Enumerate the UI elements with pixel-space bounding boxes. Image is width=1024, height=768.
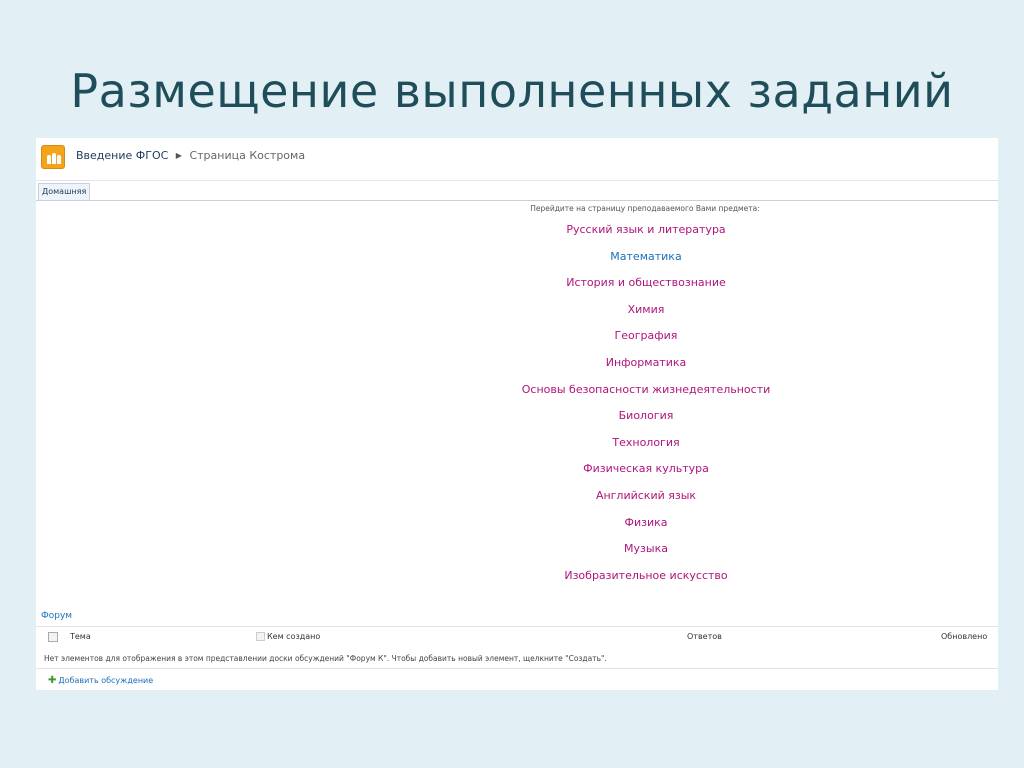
subject-link-biology[interactable]: Биология	[476, 408, 816, 435]
slide-title: Размещение выполненных заданий	[70, 64, 954, 118]
forum-column-headers: Тема Кем создано Ответов Обновлено	[36, 632, 998, 646]
add-discussion-link[interactable]: ✚ Добавить обсуждение	[48, 675, 153, 686]
forum-divider	[36, 626, 998, 627]
subject-link-pe[interactable]: Физическая культура	[476, 461, 816, 488]
subject-link-music[interactable]: Музыка	[476, 541, 816, 568]
add-plus-icon: ✚	[48, 675, 57, 686]
subject-link-math[interactable]: Математика	[476, 249, 816, 276]
breadcrumb: Введение ФГОС ▶ Страница Кострома	[76, 149, 305, 162]
subject-link-history[interactable]: История и обществознание	[476, 275, 816, 302]
subject-link-fine-art[interactable]: Изобразительное искусство	[476, 568, 816, 595]
subject-link-chemistry[interactable]: Химия	[476, 302, 816, 329]
site-header: Введение ФГОС ▶ Страница Кострома	[36, 138, 998, 181]
subject-link-english[interactable]: Английский язык	[476, 488, 816, 515]
select-all-checkbox[interactable]	[48, 632, 58, 642]
subject-links-list: Русский язык и литература Математика Ист…	[476, 222, 816, 594]
subject-instruction: Перейдите на страницу преподаваемого Вам…	[530, 204, 760, 213]
add-discussion-label: Добавить обсуждение	[58, 676, 154, 685]
breadcrumb-site-link[interactable]: Введение ФГОС	[76, 149, 168, 162]
subject-link-physics[interactable]: Физика	[476, 515, 816, 542]
forum-title-link[interactable]: Форум	[41, 611, 72, 621]
column-replies[interactable]: Ответов	[687, 632, 722, 641]
subject-link-technology[interactable]: Технология	[476, 435, 816, 462]
forum-divider-bottom	[36, 668, 998, 669]
sharepoint-screenshot: Введение ФГОС ▶ Страница Кострома Домашн…	[36, 138, 998, 690]
subject-link-geography[interactable]: География	[476, 328, 816, 355]
top-navigation: Домашняя	[36, 181, 998, 201]
author-filter-icon	[256, 632, 265, 641]
breadcrumb-arrow-icon: ▶	[175, 151, 182, 160]
subject-link-informatics[interactable]: Информатика	[476, 355, 816, 382]
subject-link-russian[interactable]: Русский язык и литература	[476, 222, 816, 249]
forum-empty-message: Нет элементов для отображения в этом пре…	[44, 654, 607, 663]
column-topic[interactable]: Тема	[70, 632, 91, 641]
column-updated[interactable]: Обновлено	[941, 632, 987, 641]
subject-link-life-safety[interactable]: Основы безопасности жизнедеятельности	[476, 382, 816, 409]
breadcrumb-current-page: Страница Кострома	[189, 149, 306, 162]
tab-home[interactable]: Домашняя	[38, 183, 91, 200]
column-author[interactable]: Кем создано	[267, 632, 320, 641]
site-logo-icon[interactable]	[41, 145, 65, 169]
